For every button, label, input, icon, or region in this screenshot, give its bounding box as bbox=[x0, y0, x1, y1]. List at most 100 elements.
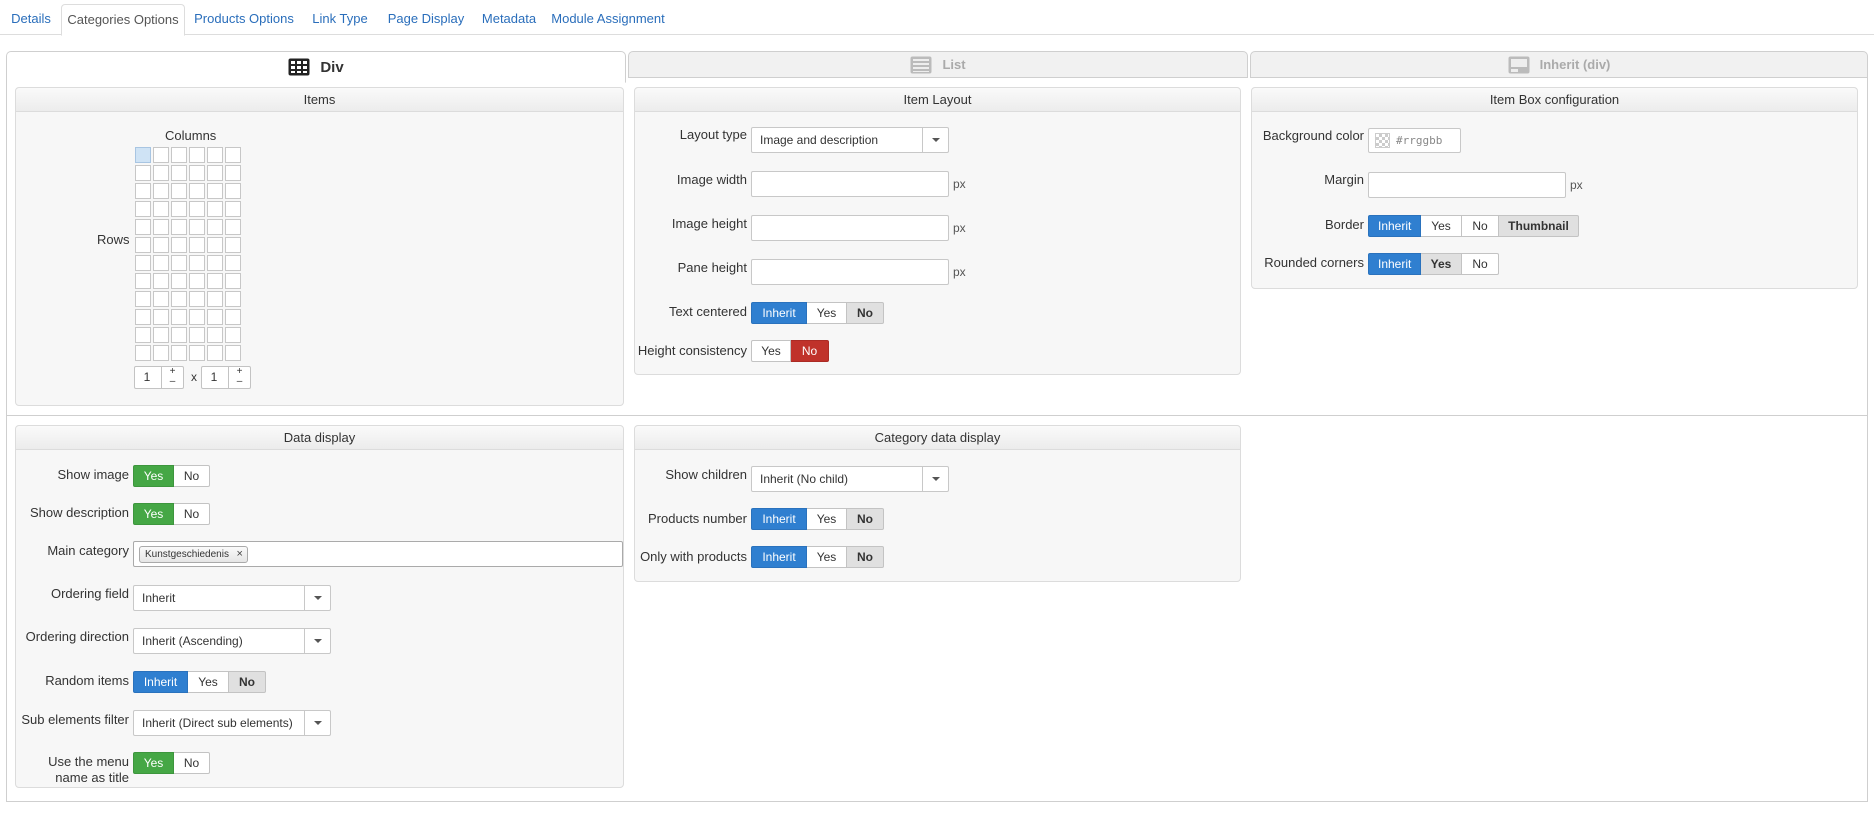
grid-cell[interactable] bbox=[153, 237, 169, 253]
grid-cell[interactable] bbox=[171, 345, 187, 361]
grid-cell[interactable] bbox=[171, 219, 187, 235]
grid-cell[interactable] bbox=[189, 165, 205, 181]
show-description-yes[interactable]: Yes bbox=[133, 503, 174, 525]
grid-cell[interactable] bbox=[153, 273, 169, 289]
grid-cell[interactable] bbox=[135, 183, 151, 199]
height-consistency-yes[interactable]: Yes bbox=[751, 340, 791, 362]
grid-cell[interactable] bbox=[153, 219, 169, 235]
grid-cell[interactable] bbox=[135, 165, 151, 181]
menu-title-no[interactable]: No bbox=[174, 752, 210, 774]
rows-decrement[interactable]: – bbox=[162, 377, 183, 387]
menu-title-yes[interactable]: Yes bbox=[133, 752, 174, 774]
grid-cell[interactable] bbox=[225, 183, 241, 199]
height-consistency-no[interactable]: No bbox=[791, 340, 829, 362]
main-category-input[interactable]: Kunstgeschiedenis × bbox=[133, 541, 623, 567]
grid-cell[interactable] bbox=[171, 165, 187, 181]
layout-type-select[interactable]: Image and description bbox=[751, 127, 949, 153]
cols-decrement[interactable]: – bbox=[229, 377, 250, 387]
ordering-field-select[interactable]: Inherit bbox=[133, 585, 331, 611]
products-number-no[interactable]: No bbox=[847, 508, 884, 530]
cols-stepper-controls[interactable]: + – bbox=[228, 367, 250, 388]
grid-cell[interactable] bbox=[207, 219, 223, 235]
image-width-input[interactable] bbox=[751, 171, 949, 197]
bg-color-input[interactable]: #rrggbb bbox=[1368, 128, 1461, 153]
only-products-yes[interactable]: Yes bbox=[807, 546, 847, 568]
grid-cell[interactable] bbox=[225, 165, 241, 181]
grid-cell[interactable] bbox=[207, 291, 223, 307]
grid-cell[interactable] bbox=[171, 273, 187, 289]
grid-cell[interactable] bbox=[225, 147, 241, 163]
grid-cell[interactable] bbox=[171, 327, 187, 343]
grid-cell[interactable] bbox=[189, 147, 205, 163]
pane-height-input[interactable] bbox=[751, 259, 949, 285]
grid-cell[interactable] bbox=[225, 291, 241, 307]
grid-cell[interactable] bbox=[135, 255, 151, 271]
grid-cell[interactable] bbox=[189, 273, 205, 289]
grid-cell[interactable] bbox=[135, 201, 151, 217]
view-tab-div[interactable]: Div bbox=[6, 51, 626, 83]
rounded-inherit[interactable]: Inherit bbox=[1368, 253, 1421, 275]
grid-cell[interactable] bbox=[207, 345, 223, 361]
grid-cell[interactable] bbox=[171, 255, 187, 271]
grid-cell[interactable] bbox=[207, 147, 223, 163]
grid-cell[interactable] bbox=[153, 291, 169, 307]
grid-cell[interactable] bbox=[135, 147, 151, 163]
random-items-no[interactable]: No bbox=[229, 671, 266, 693]
tab-categories-options[interactable]: Categories Options bbox=[61, 4, 185, 36]
border-yes[interactable]: Yes bbox=[1421, 215, 1462, 237]
margin-input[interactable] bbox=[1368, 172, 1566, 198]
grid-cell[interactable] bbox=[189, 183, 205, 199]
grid-cell[interactable] bbox=[153, 147, 169, 163]
grid-cell[interactable] bbox=[189, 201, 205, 217]
cols-stepper[interactable]: 1 + – bbox=[201, 366, 251, 389]
grid-cell[interactable] bbox=[135, 291, 151, 307]
random-items-yes[interactable]: Yes bbox=[188, 671, 229, 693]
grid-cell[interactable] bbox=[171, 201, 187, 217]
grid-cell[interactable] bbox=[153, 327, 169, 343]
tab-details[interactable]: Details bbox=[6, 4, 56, 36]
text-centered-inherit[interactable]: Inherit bbox=[751, 302, 807, 324]
grid-cell[interactable] bbox=[189, 237, 205, 253]
grid-cell[interactable] bbox=[225, 219, 241, 235]
grid-cell[interactable] bbox=[171, 147, 187, 163]
grid-cell[interactable] bbox=[135, 273, 151, 289]
image-height-input[interactable] bbox=[751, 215, 949, 241]
ordering-direction-select[interactable]: Inherit (Ascending) bbox=[133, 628, 331, 654]
rounded-yes[interactable]: Yes bbox=[1421, 253, 1462, 275]
grid-cell[interactable] bbox=[153, 201, 169, 217]
tab-products-options[interactable]: Products Options bbox=[192, 4, 296, 36]
grid-cell[interactable] bbox=[171, 183, 187, 199]
rounded-no[interactable]: No bbox=[1462, 253, 1499, 275]
grid-cell[interactable] bbox=[207, 273, 223, 289]
grid-cell[interactable] bbox=[207, 237, 223, 253]
sub-elements-select[interactable]: Inherit (Direct sub elements) bbox=[133, 710, 331, 736]
show-image-yes[interactable]: Yes bbox=[133, 465, 174, 487]
grid-cell[interactable] bbox=[171, 291, 187, 307]
border-thumbnail[interactable]: Thumbnail bbox=[1499, 215, 1579, 237]
grid-cell[interactable] bbox=[189, 291, 205, 307]
grid-cell[interactable] bbox=[153, 183, 169, 199]
grid-cell[interactable] bbox=[153, 345, 169, 361]
tab-page-display[interactable]: Page Display bbox=[383, 4, 469, 36]
grid-cell[interactable] bbox=[135, 309, 151, 325]
grid-cell[interactable] bbox=[225, 201, 241, 217]
grid-cell[interactable] bbox=[171, 309, 187, 325]
tab-metadata[interactable]: Metadata bbox=[478, 4, 540, 36]
grid-cell[interactable] bbox=[225, 237, 241, 253]
grid-cell[interactable] bbox=[207, 165, 223, 181]
grid-cell[interactable] bbox=[189, 327, 205, 343]
remove-tag-icon[interactable]: × bbox=[237, 547, 243, 562]
products-number-yes[interactable]: Yes bbox=[807, 508, 847, 530]
grid-cell[interactable] bbox=[189, 345, 205, 361]
grid-cell[interactable] bbox=[207, 201, 223, 217]
grid-cell[interactable] bbox=[225, 327, 241, 343]
show-description-no[interactable]: No bbox=[174, 503, 210, 525]
show-image-no[interactable]: No bbox=[174, 465, 210, 487]
grid-cell[interactable] bbox=[189, 309, 205, 325]
rows-stepper[interactable]: 1 + – bbox=[134, 366, 184, 389]
grid-cell[interactable] bbox=[225, 345, 241, 361]
grid-cell[interactable] bbox=[153, 255, 169, 271]
text-centered-yes[interactable]: Yes bbox=[807, 302, 847, 324]
grid-cell[interactable] bbox=[225, 309, 241, 325]
grid-cell[interactable] bbox=[135, 345, 151, 361]
